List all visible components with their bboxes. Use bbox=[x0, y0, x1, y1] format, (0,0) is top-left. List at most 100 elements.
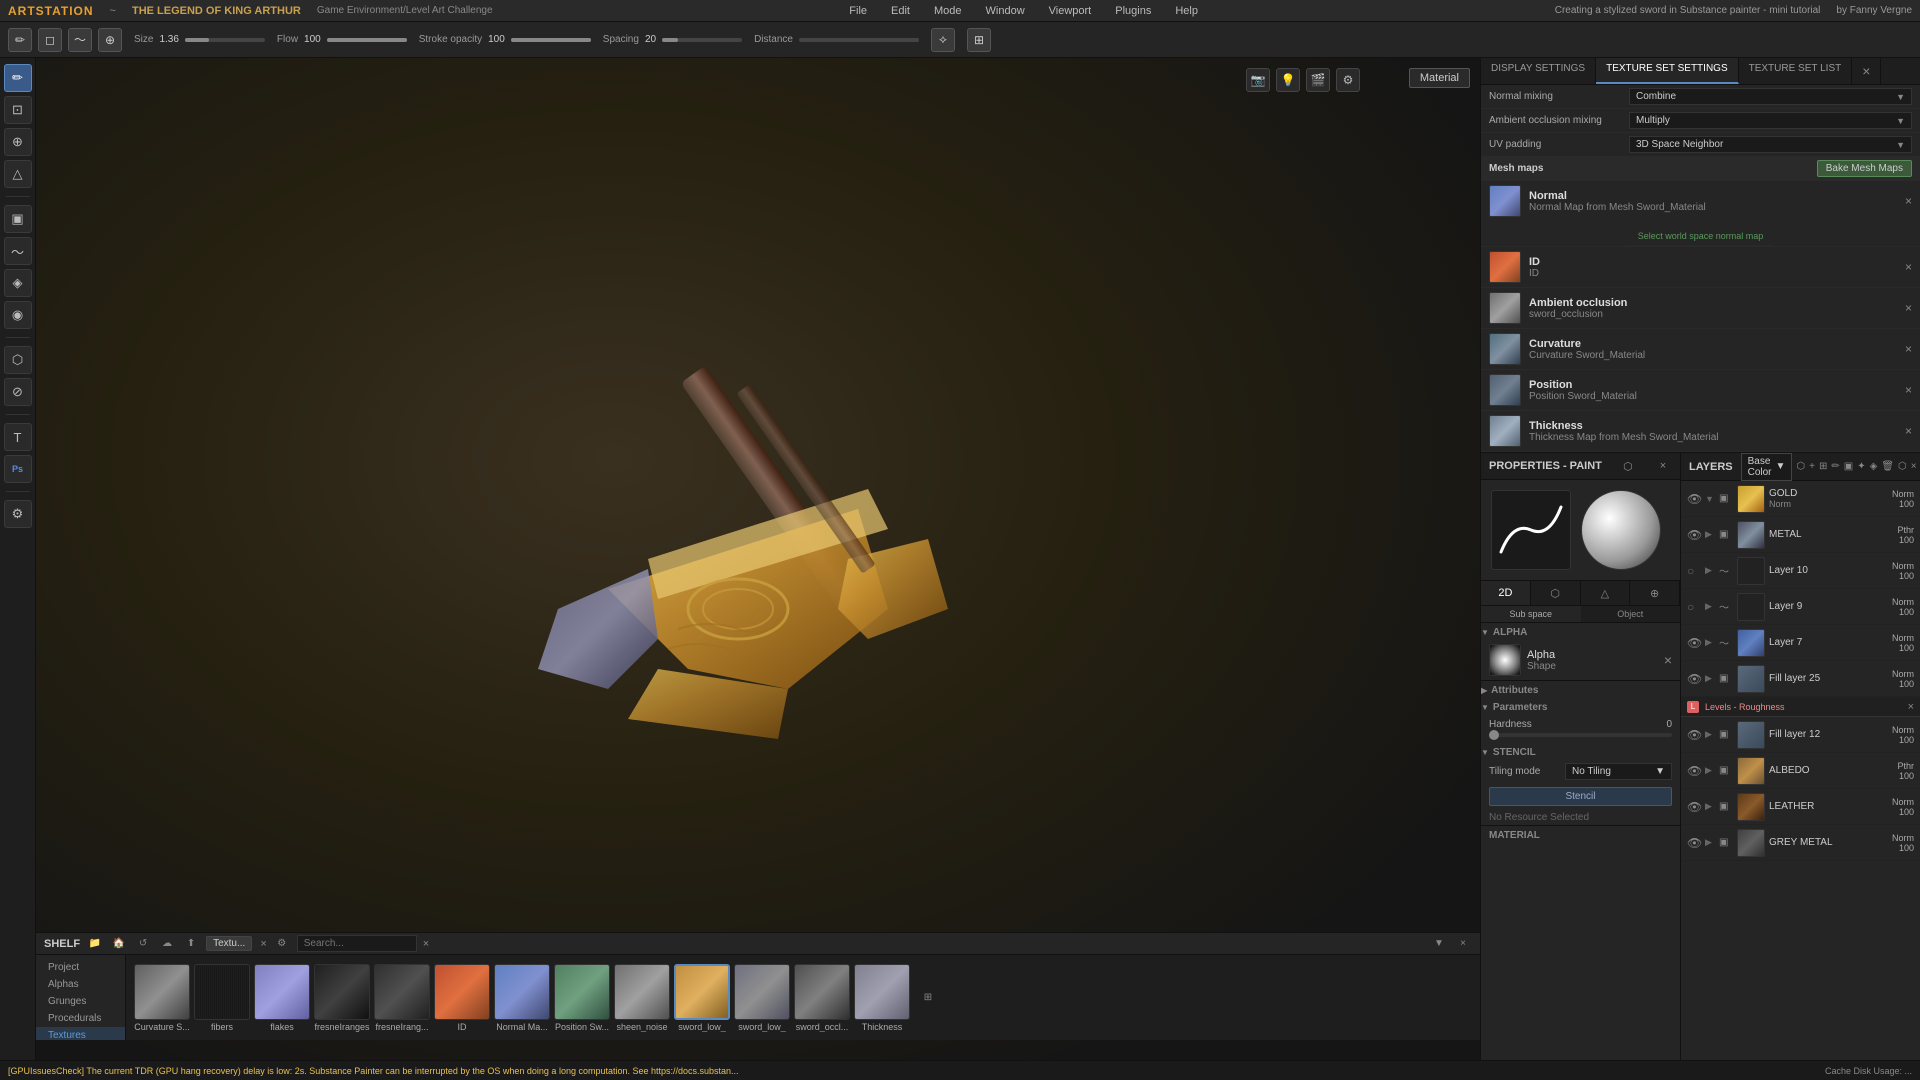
stroke-value[interactable]: 100 bbox=[488, 34, 505, 45]
layers-fill-btn[interactable]: ▣ bbox=[1844, 458, 1853, 476]
layers-expand-btn[interactable]: ⬡ bbox=[1796, 458, 1805, 476]
spacing-slider[interactable] bbox=[662, 38, 742, 42]
levels-remove-btn[interactable]: × bbox=[1908, 701, 1914, 713]
shelf-item-fibers[interactable]: fibers bbox=[194, 964, 250, 1032]
layers-add-btn[interactable]: + bbox=[1809, 458, 1815, 476]
stroke-slider[interactable] bbox=[511, 38, 591, 42]
tool-select[interactable]: ⬡ bbox=[4, 346, 32, 374]
shelf-nav-project[interactable]: Project bbox=[36, 959, 125, 976]
tool-smudge[interactable]: 〜 bbox=[4, 237, 32, 265]
size-value[interactable]: 1.36 bbox=[159, 34, 178, 45]
layer-fill25-expand[interactable]: ▶ bbox=[1705, 673, 1715, 684]
shelf-filter-dropdown[interactable]: Textu... bbox=[206, 936, 252, 951]
props-close-btn[interactable]: × bbox=[1654, 457, 1672, 475]
layer-fill12-visibility[interactable]: 👁 bbox=[1687, 728, 1701, 742]
shelf-search-input[interactable] bbox=[297, 935, 417, 952]
stencil-apply-btn[interactable]: Stencil bbox=[1489, 787, 1672, 806]
props-tab-obj[interactable]: ⊕ bbox=[1630, 581, 1680, 605]
layer-metal[interactable]: 👁 ▶ ▣ METAL Pthr 100 bbox=[1681, 517, 1920, 553]
shelf-import-btn[interactable]: ⬆ bbox=[182, 935, 200, 953]
layer-leather-visibility[interactable]: 👁 bbox=[1687, 800, 1701, 814]
layer-leather[interactable]: 👁 ▶ ▣ LEATHER Norm 100 bbox=[1681, 789, 1920, 825]
layer-gold[interactable]: 👁 ▼ ▣ GOLD Norm Norm 100 bbox=[1681, 481, 1920, 517]
toolbar-symmetry-btn[interactable]: ⟡ bbox=[931, 28, 955, 52]
layer-albedo-expand[interactable]: ▶ bbox=[1705, 765, 1715, 776]
layer-albedo[interactable]: 👁 ▶ ▣ ALBEDO Pthr 100 bbox=[1681, 753, 1920, 789]
shelf-nav-alphas[interactable]: Alphas bbox=[36, 976, 125, 993]
distance-slider[interactable] bbox=[799, 38, 919, 42]
alpha-clear-btn[interactable]: × bbox=[1664, 652, 1672, 668]
viewport[interactable]: Material 📷 💡 🎬 ⚙ X Z Y bbox=[36, 58, 1480, 1060]
tool-projection[interactable]: ⊕ bbox=[4, 128, 32, 156]
tool-clone[interactable]: ◈ bbox=[4, 269, 32, 297]
tab-display-settings[interactable]: DISPLAY SETTINGS bbox=[1481, 58, 1596, 84]
shelf-item-flakes[interactable]: flakes bbox=[254, 964, 310, 1032]
layers-clone-btn[interactable]: ◈ bbox=[1870, 458, 1878, 476]
flow-value[interactable]: 100 bbox=[304, 34, 321, 45]
shelf-nav-textures[interactable]: Textures bbox=[36, 1027, 125, 1040]
subtab-sub-space[interactable]: Sub space bbox=[1481, 606, 1581, 622]
layer-9-expand[interactable]: ▶ bbox=[1705, 601, 1715, 612]
shelf-item-id[interactable]: ID bbox=[434, 964, 490, 1032]
tab-close-btn[interactable]: × bbox=[1852, 58, 1881, 84]
shelf-filter-x[interactable]: × bbox=[260, 938, 266, 950]
bake-mesh-maps-btn[interactable]: Bake Mesh Maps bbox=[1817, 160, 1912, 177]
toolbar-clone-btn[interactable]: ⊕ bbox=[98, 28, 122, 52]
shelf-item-position[interactable]: Position Sw... bbox=[554, 964, 610, 1032]
material-dropdown-btn[interactable]: Material bbox=[1409, 68, 1470, 88]
menu-file[interactable]: File bbox=[845, 5, 871, 17]
shelf-cloud-btn[interactable]: ☁ bbox=[158, 935, 176, 953]
shelf-home-btn[interactable]: 🏠 bbox=[110, 935, 128, 953]
toolbar-smudge-btn[interactable]: 〜 bbox=[68, 28, 92, 52]
flow-slider[interactable] bbox=[327, 38, 407, 42]
shelf-close-btn[interactable]: × bbox=[1454, 935, 1472, 953]
layer-7[interactable]: 👁 ▶ 〜 Layer 7 Norm 100 bbox=[1681, 625, 1920, 661]
layers-close-btn[interactable]: × bbox=[1911, 458, 1917, 476]
shelf-nav-grunges[interactable]: Grunges bbox=[36, 993, 125, 1010]
base-color-selector[interactable]: Base Color ▼ bbox=[1741, 453, 1793, 481]
tiling-mode-dropdown[interactable]: No Tiling ▼ bbox=[1565, 763, 1672, 780]
size-slider[interactable] bbox=[185, 38, 265, 42]
shelf-item-sword-occlusion[interactable]: sword_occl... bbox=[794, 964, 850, 1032]
layer-metal-expand[interactable]: ▶ bbox=[1705, 529, 1715, 540]
viewport-icon-camera[interactable]: 📷 bbox=[1246, 68, 1270, 92]
shelf-filter-icon[interactable]: ⚙ bbox=[273, 935, 291, 953]
layer-fill25-visibility[interactable]: 👁 bbox=[1687, 672, 1701, 686]
shelf-item-sword1[interactable]: sword_low_ bbox=[674, 964, 730, 1032]
tool-paint[interactable]: ✏ bbox=[4, 64, 32, 92]
shelf-nav-procedurals[interactable]: Procedurals bbox=[36, 1010, 125, 1027]
layer-gold-expand[interactable]: ▼ bbox=[1705, 494, 1715, 504]
layer-fill12-expand[interactable]: ▶ bbox=[1705, 729, 1715, 740]
viewport-icon-settings[interactable]: ⚙ bbox=[1336, 68, 1360, 92]
menu-edit[interactable]: Edit bbox=[887, 5, 914, 17]
subtab-object[interactable]: Object bbox=[1581, 606, 1681, 622]
layers-effects-btn[interactable]: ✦ bbox=[1857, 458, 1865, 476]
shelf-search-x[interactable]: × bbox=[423, 938, 429, 950]
shelf-item-normal-map[interactable]: Normal Ma... bbox=[494, 964, 550, 1032]
tab-texture-set-settings[interactable]: TEXTURE SET SETTINGS bbox=[1596, 58, 1739, 84]
layer-grey-visibility[interactable]: 👁 bbox=[1687, 836, 1701, 850]
meshmap-normal-remove[interactable]: × bbox=[1905, 194, 1912, 208]
layer-9-visibility[interactable]: ○ bbox=[1687, 600, 1701, 614]
layers-group-btn[interactable]: ⊞ bbox=[1819, 458, 1827, 476]
meshmap-pos-remove[interactable]: × bbox=[1905, 383, 1912, 397]
layers-paint-btn[interactable]: ✏ bbox=[1831, 458, 1839, 476]
layer-grey-metal[interactable]: 👁 ▶ ▣ GREY METAL Norm 100 bbox=[1681, 825, 1920, 861]
layer-gold-visibility[interactable]: 👁 bbox=[1687, 492, 1701, 506]
menu-viewport[interactable]: Viewport bbox=[1045, 5, 1096, 17]
shelf-item-sheen-noise[interactable]: sheen_noise bbox=[614, 964, 670, 1032]
toolbar-brush-btn[interactable]: ✏ bbox=[8, 28, 32, 52]
hardness-slider[interactable] bbox=[1489, 733, 1672, 737]
shelf-minimize-btn[interactable]: ▼ bbox=[1430, 935, 1448, 953]
layer-albedo-visibility[interactable]: 👁 bbox=[1687, 764, 1701, 778]
shelf-item-fresnel1[interactable]: fresneIranges bbox=[314, 964, 370, 1032]
layer-10-expand[interactable]: ▶ bbox=[1705, 565, 1715, 576]
shelf-item-sword2[interactable]: sword_low_ bbox=[734, 964, 790, 1032]
menu-mode[interactable]: Mode bbox=[930, 5, 966, 17]
props-tab-paint[interactable]: ⬡ bbox=[1531, 581, 1581, 605]
props-expand-btn[interactable]: ⬡ bbox=[1619, 457, 1637, 475]
meshmap-ao-remove[interactable]: × bbox=[1905, 301, 1912, 315]
toolbar-align-btn[interactable]: ⊞ bbox=[967, 28, 991, 52]
layer-7-visibility[interactable]: 👁 bbox=[1687, 636, 1701, 650]
viewport-icon-render[interactable]: 🎬 bbox=[1306, 68, 1330, 92]
